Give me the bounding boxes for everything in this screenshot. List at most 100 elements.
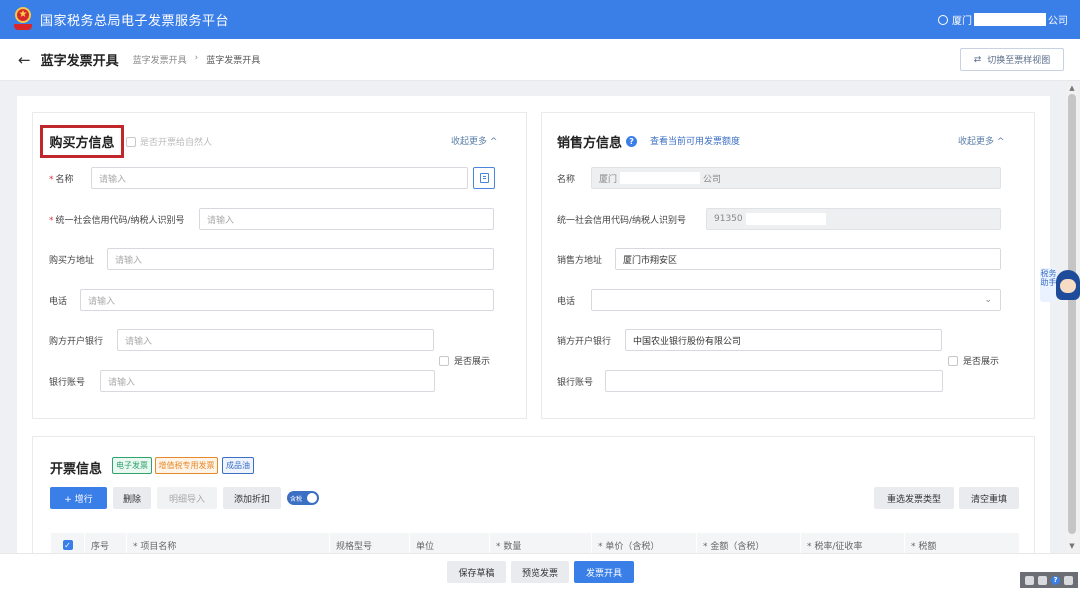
col-item-name: * 项目名称 [127,533,330,553]
help-icon[interactable]: ? [1051,575,1060,585]
buyer-show-checkbox[interactable] [439,355,449,366]
seller-taxid-label: 统一社会信用代码/纳税人识别号 [557,215,687,226]
quota-link[interactable]: 查看当前可用发票额度 [650,134,740,147]
add-row-button[interactable]: + 增行 [50,487,107,509]
buyer-address-input[interactable]: 请输入 [107,248,494,270]
buyer-show-option[interactable]: 是否展示 [439,354,490,367]
buyer-name-row: * 名称 请输入 [49,167,495,189]
monitor-icon[interactable] [1038,575,1047,585]
seller-title: 销售方信息 [557,136,623,151]
breadcrumb-item[interactable]: 蓝字发票开具 [133,53,187,66]
invoice-panel: 开票信息 电子发票 增值税专用发票 成品油 + 增行 删除 明细导入 添加折扣 … [32,436,1035,553]
scroll-up-icon[interactable]: ▲ [1066,84,1078,94]
scroll-thumb[interactable] [1068,94,1076,534]
seller-taxid-redaction [745,213,826,225]
tax-included-label: 含税 [290,495,303,503]
system-tray: ? [1020,572,1078,588]
clear-button[interactable]: 清空重填 [959,487,1019,509]
buyer-collapse-link[interactable]: 收起更多 ^ [451,134,497,147]
col-tax-amount: * 税额 [911,541,937,552]
buyer-show-label: 是否展示 [454,357,491,367]
seller-taxid-value: 91350 [714,214,743,224]
reselect-type-button[interactable]: 重选发票类型 [874,487,954,509]
seller-bank-row: 销方开户银行 中国农业银行股份有限公司 [557,329,942,351]
tag-vat-special: 增值税专用发票 [155,457,218,474]
select-all-cell: ✓ [51,533,85,553]
scroll-down-icon[interactable]: ▼ [1066,542,1078,552]
user-name-suffix: 公司 [1048,16,1068,27]
page-scrollbar[interactable]: ▲ ▼ [1066,84,1078,554]
col-quantity: * 数量 [490,533,592,553]
col-unit-price: * 单价（含税） [592,533,697,553]
col-index: 序号 [85,533,127,553]
tax-included-toggle[interactable]: 含税 [287,491,319,505]
buyer-bank-input[interactable]: 请输入 [117,329,434,351]
buyer-taxid-label: 统一社会信用代码/纳税人识别号 [55,215,185,226]
buyer-phone-input[interactable]: 请输入 [80,289,494,311]
col-tax-rate: * 税率/征收率 [801,533,905,553]
keyboard-icon[interactable] [1025,575,1034,585]
buyer-account-input[interactable]: 请输入 [100,370,435,392]
seller-bank-label: 销方开户银行 [557,336,612,347]
tag-e-invoice: 电子发票 [112,457,152,474]
buyer-name-label: 名称 [55,174,74,185]
buyer-address-row: 购买方地址 请输入 [49,248,494,270]
delete-button[interactable]: 删除 [113,487,151,509]
seller-show-option[interactable]: 是否展示 [948,354,999,367]
toggle-knob [307,493,317,503]
arrow-left-icon[interactable]: ← [18,51,31,69]
buyer-account-label: 银行账号 [49,377,86,388]
seller-name-label: 名称 [557,174,576,185]
buyer-name-input[interactable]: 请输入 [91,167,468,189]
tax-assistant-widget[interactable]: 税务助手 [1040,262,1080,306]
buyer-panel: 购买方信息 是否开票给自然人 收起更多 ^ * 名称 请输入 * 统一社会信用代码/… [32,112,527,419]
natural-person-label: 是否开票给自然人 [140,138,213,148]
seller-address-input[interactable]: 厦门市翔安区 [615,248,1001,270]
seller-account-input[interactable] [605,370,943,392]
breadcrumb-current: 蓝字发票开具 [206,56,261,66]
seller-name-suffix: 公司 [703,174,722,185]
info-icon[interactable]: ? [626,136,638,147]
col-spec: 规格型号 [330,533,410,553]
chevron-down-icon: ⌄ [984,295,992,305]
breadcrumb: 蓝字发票开具 › 蓝字发票开具 [133,53,261,66]
buyer-phone-row: 电话 请输入 [49,289,494,311]
assistant-label: 税务助手 [1040,268,1057,302]
seller-collapse-link[interactable]: 收起更多 ^ [958,134,1004,147]
seller-taxid-input: 91350 [706,208,1001,230]
seller-name-row: 名称 厦门 公司 [557,167,1001,189]
preview-button[interactable]: 预览发票 [511,561,569,583]
buyer-lookup-button[interactable] [473,167,495,189]
add-discount-button[interactable]: 添加折扣 [223,487,281,509]
issue-invoice-button[interactable]: 发票开具 [574,561,634,583]
seller-show-checkbox[interactable] [948,355,958,366]
seller-bank-input[interactable]: 中国农业银行股份有限公司 [625,329,942,351]
dropdown-icon[interactable] [1064,575,1073,585]
seller-show-label: 是否展示 [963,357,1000,367]
seller-address-row: 销售方地址 厦门市翔安区 [557,248,1001,270]
seller-phone-select[interactable]: ⌄ [591,289,1001,311]
page-header: ← 蓝字发票开具 蓝字发票开具 › 蓝字发票开具 ⇄ 切换至票样视图 [0,39,1080,81]
switch-view-label: 切换至票样视图 [987,56,1051,66]
items-table-header: ✓ 序号 * 项目名称 规格型号 单位 * 数量 * 单价（含税） * 金额（含… [51,533,1019,553]
user-menu[interactable]: 厦门 公司 [938,0,1068,39]
seller-name-prefix: 厦门 [599,174,618,185]
col-amount: * 金额（含税） [697,533,801,553]
import-detail-button[interactable]: 明细导入 [157,487,217,509]
seller-address-label: 销售方地址 [557,255,603,266]
user-name-prefix: 厦门 [952,16,972,27]
seller-name-redaction [620,172,701,184]
bottom-action-bar: 保存草稿 预览发票 发票开具 [0,553,1080,589]
seller-account-label: 银行账号 [557,377,594,388]
buyer-taxid-input[interactable]: 请输入 [199,208,494,230]
seller-panel: 销售方信息 ? 查看当前可用发票额度 收起更多 ^ 名称 厦门 公司 统一社会信… [541,112,1035,419]
save-draft-button[interactable]: 保存草稿 [447,561,506,583]
main-content: 购买方信息 是否开票给自然人 收起更多 ^ * 名称 请输入 * 统一社会信用代码/… [17,96,1050,553]
buyer-bank-row: 购方开户银行 请输入 [49,329,434,351]
natural-person-option[interactable]: 是否开票给自然人 [126,135,212,148]
natural-person-checkbox[interactable] [126,136,136,147]
seller-phone-label: 电话 [557,296,576,307]
select-all-checkbox[interactable]: ✓ [62,540,73,550]
buyer-taxid-row: * 统一社会信用代码/纳税人识别号 请输入 [49,208,494,230]
switch-view-button[interactable]: ⇄ 切换至票样视图 [960,48,1064,71]
